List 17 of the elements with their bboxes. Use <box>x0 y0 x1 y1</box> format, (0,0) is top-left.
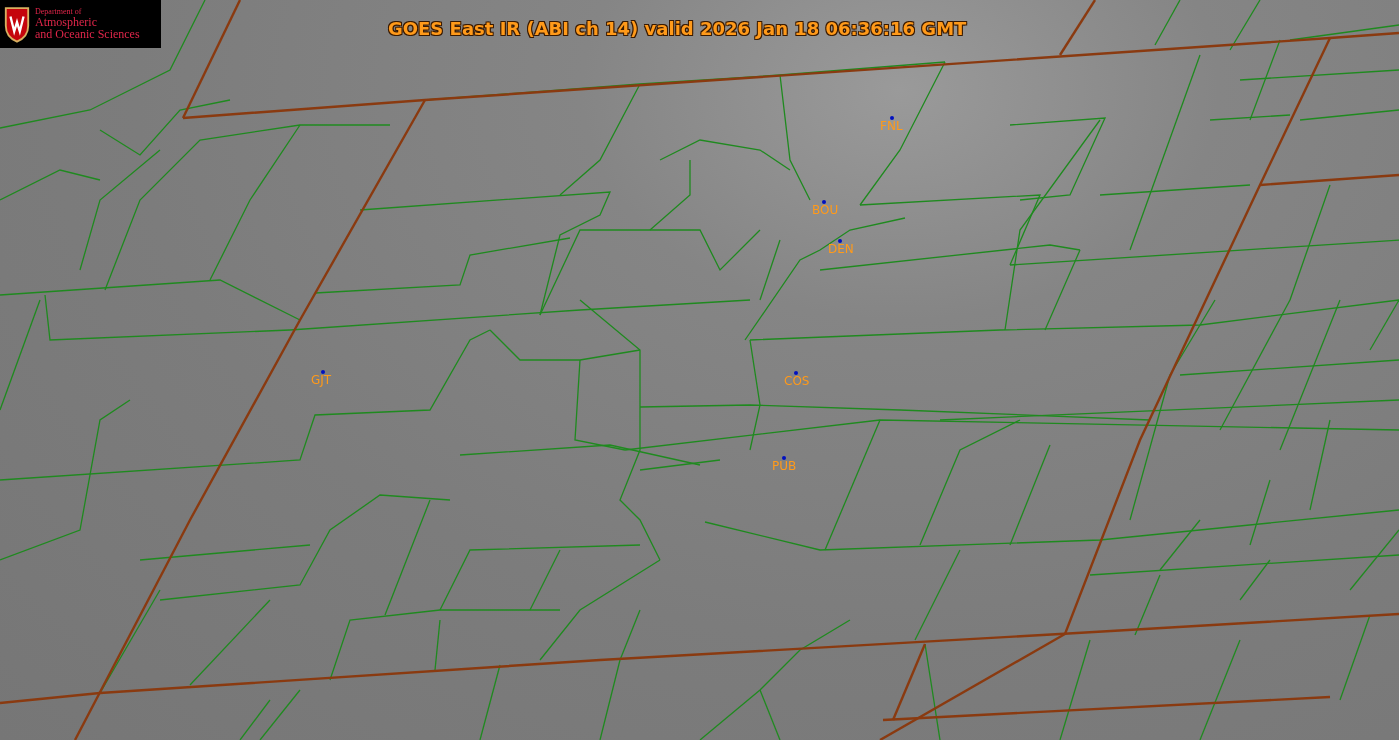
logo-subtitle: and Oceanic Sciences <box>35 28 140 40</box>
station-label: FNL <box>880 120 903 132</box>
station-label: PUB <box>772 460 797 472</box>
logo-title: Atmospheric <box>35 16 98 28</box>
station-marker-icon <box>838 239 842 243</box>
station-label: DEN <box>828 243 854 255</box>
station-label: BOU <box>812 204 839 216</box>
station-marker-icon <box>794 371 798 375</box>
station-marker-icon <box>782 456 786 460</box>
station-marker-icon <box>822 200 826 204</box>
logo-caption: Department of <box>35 8 83 16</box>
station-label: GJT <box>311 374 332 386</box>
station-marker-icon <box>321 370 325 374</box>
station-marker-icon <box>890 116 894 120</box>
station-label: COS <box>784 375 810 387</box>
image-title: GOES East IR (ABI ch 14) valid 2026 Jan 18 06:36:16 GMT <box>388 18 967 39</box>
crest-icon <box>3 5 31 43</box>
